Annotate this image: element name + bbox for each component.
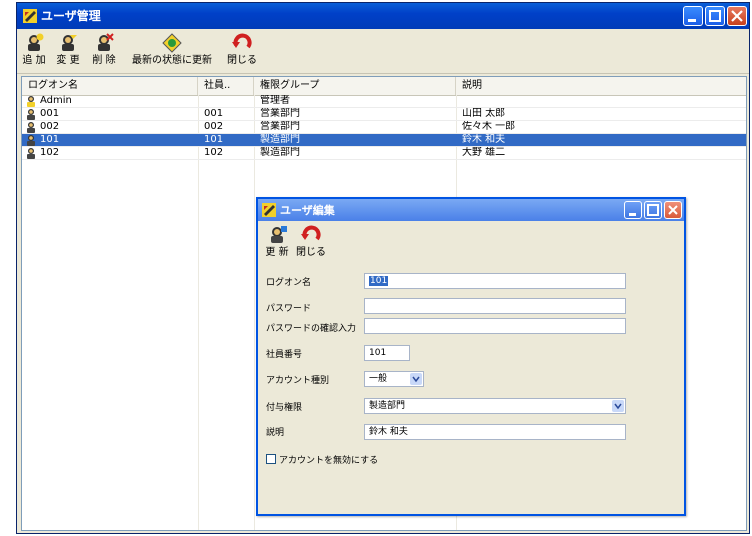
dialog-close-label: 閉じる xyxy=(296,247,326,258)
user-icon xyxy=(27,135,35,146)
refresh-icon xyxy=(162,33,182,53)
cell-logon: 002 xyxy=(40,121,60,132)
cell-logon: Admin xyxy=(40,95,72,106)
minimize-icon xyxy=(688,19,696,22)
cell-group: 管理者 xyxy=(260,95,290,106)
edit-user-icon xyxy=(62,35,77,51)
list-header: ログオン名 社員.. 権限グループ 説明 xyxy=(22,77,746,96)
account-type-value: 一般 xyxy=(369,374,388,384)
password-label: パスワード xyxy=(266,304,312,314)
add-label: 追 加 xyxy=(22,55,46,66)
delete-label: 削 除 xyxy=(92,55,116,66)
close-icon xyxy=(668,205,678,215)
undo-arrow-icon xyxy=(232,33,252,49)
dialog-title: ユーザ編集 xyxy=(280,204,335,217)
group-label: 付与権限 xyxy=(266,403,303,413)
minimize-icon xyxy=(629,213,636,216)
minimize-button[interactable] xyxy=(683,6,703,26)
cell-emp-no: 001 xyxy=(204,108,224,119)
delete-button[interactable]: 削 除 xyxy=(89,33,119,67)
undo-arrow-icon xyxy=(301,225,321,241)
cell-description: 佐々木 一郎 xyxy=(462,121,516,132)
description-input[interactable]: 鈴木 和夫 xyxy=(364,424,626,440)
password-input[interactable] xyxy=(364,298,626,314)
description-label: 説明 xyxy=(266,428,285,438)
logon-label: ログオン名 xyxy=(266,278,312,288)
dialog-close-tool-button[interactable]: 閉じる xyxy=(294,225,328,259)
user-icon xyxy=(27,148,35,159)
app-icon xyxy=(262,203,276,217)
dialog-close-button[interactable] xyxy=(664,201,682,219)
dialog-maximize-button[interactable] xyxy=(644,201,662,219)
table-row[interactable]: 002 002 営業部門 佐々木 一郎 xyxy=(22,121,746,134)
update-label: 更 新 xyxy=(265,247,289,258)
window-title: ユーザ管理 xyxy=(41,9,101,23)
password-confirm-label: パスワードの確認入力 xyxy=(266,324,357,334)
cell-logon: 101 xyxy=(40,134,60,145)
account-type-label: アカウント種別 xyxy=(266,376,330,386)
refresh-button[interactable]: 最新の状態に更新 xyxy=(125,33,219,67)
user-icon xyxy=(27,122,35,133)
cell-description: 鈴木 和夫 xyxy=(462,134,506,145)
table-row-selected[interactable]: 101 101 製造部門 鈴木 和夫 xyxy=(22,134,746,147)
close-button[interactable]: 閉じる xyxy=(225,33,259,67)
add-button[interactable]: 追 加 xyxy=(21,33,47,67)
disable-account-checkbox[interactable] xyxy=(266,454,276,464)
column-divider xyxy=(254,95,255,530)
app-icon xyxy=(23,9,37,23)
update-user-icon xyxy=(271,226,287,243)
title-bar[interactable]: ユーザ管理 xyxy=(17,3,749,29)
password-confirm-input[interactable] xyxy=(364,318,626,334)
logon-value: 101 xyxy=(369,276,389,286)
chevron-down-icon xyxy=(612,400,624,412)
main-toolbar: 追 加 変 更 削 除 最新の状態に更新 閉じる xyxy=(17,29,749,74)
cell-description: 山田 太郎 xyxy=(462,108,506,119)
cell-logon: 001 xyxy=(40,108,60,119)
maximize-button[interactable] xyxy=(705,6,725,26)
admin-user-icon xyxy=(27,96,35,107)
column-divider xyxy=(198,95,199,530)
cell-logon: 102 xyxy=(40,147,60,158)
logon-input[interactable]: 101 xyxy=(364,273,626,289)
table-row[interactable]: Admin 管理者 xyxy=(22,95,746,108)
dialog-title-bar[interactable]: ユーザ編集 xyxy=(258,199,684,221)
maximize-icon xyxy=(709,10,721,22)
disable-account-label: アカウントを無効にする xyxy=(279,456,379,466)
group-select[interactable]: 製造部門 xyxy=(364,398,626,414)
cell-group: 製造部門 xyxy=(260,147,300,158)
column-header-description[interactable]: 説明 xyxy=(456,77,746,95)
account-type-select[interactable]: 一般 xyxy=(364,371,424,387)
cell-emp-no: 002 xyxy=(204,121,224,132)
emp-no-label: 社員番号 xyxy=(266,350,303,360)
maximize-icon xyxy=(647,204,659,216)
user-icon xyxy=(27,109,35,120)
cell-emp-no: 102 xyxy=(204,147,224,158)
delete-user-icon xyxy=(98,33,114,51)
add-user-icon xyxy=(28,33,44,51)
table-row[interactable]: 001 001 営業部門 山田 太郎 xyxy=(22,108,746,121)
column-header-emp-no[interactable]: 社員.. xyxy=(198,77,254,95)
close-window-button[interactable] xyxy=(727,6,747,26)
cell-group: 製造部門 xyxy=(260,134,300,145)
cell-group: 営業部門 xyxy=(260,108,300,119)
close-icon xyxy=(731,10,743,22)
chevron-down-icon xyxy=(410,373,422,385)
cell-emp-no: 101 xyxy=(204,134,224,145)
emp-no-input[interactable]: 101 xyxy=(364,345,410,361)
column-header-group[interactable]: 権限グループ xyxy=(254,77,456,95)
column-header-logon[interactable]: ログオン名 xyxy=(22,77,198,95)
update-button[interactable]: 更 新 xyxy=(262,225,292,259)
cell-group: 営業部門 xyxy=(260,121,300,132)
user-edit-dialog: ユーザ編集 更 新 閉じる ログオン名 101 パスワード パスワードの確認入力… xyxy=(256,197,686,516)
change-label: 変 更 xyxy=(56,55,80,66)
group-value: 製造部門 xyxy=(369,401,406,411)
table-row[interactable]: 102 102 製造部門 大野 雄二 xyxy=(22,147,746,160)
dialog-minimize-button[interactable] xyxy=(624,201,642,219)
refresh-label: 最新の状態に更新 xyxy=(132,55,212,66)
change-button[interactable]: 変 更 xyxy=(53,33,83,67)
cell-description: 大野 雄二 xyxy=(462,147,506,158)
close-label: 閉じる xyxy=(227,55,257,66)
